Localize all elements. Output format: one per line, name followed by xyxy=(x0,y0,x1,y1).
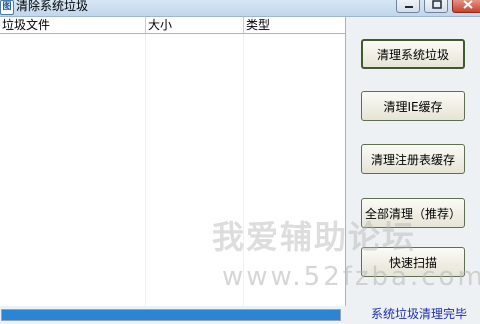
column-header-file[interactable]: 垃圾文件 xyxy=(0,17,146,33)
clean-system-junk-button[interactable]: 清理系统垃圾 xyxy=(361,39,465,69)
close-icon xyxy=(463,0,473,9)
clean-registry-cache-button[interactable]: 清理注册表缓存 xyxy=(361,144,465,174)
progress-bar xyxy=(1,309,341,321)
progress-fill xyxy=(2,310,340,320)
maximize-icon xyxy=(432,0,442,9)
column-header-size[interactable]: 大小 xyxy=(146,17,244,33)
close-button[interactable] xyxy=(452,0,480,13)
watermark-url: www.52fzba.com xyxy=(222,262,480,292)
minimize-button[interactable] xyxy=(396,0,420,13)
maximize-button[interactable] xyxy=(424,0,448,13)
status-text: 系统垃圾清理完毕 xyxy=(371,307,468,321)
list-header: 垃圾文件 大小 类型 xyxy=(0,17,345,34)
window-title: 清除系统垃圾 xyxy=(16,0,89,13)
column-header-type[interactable]: 类型 xyxy=(244,17,345,33)
clean-ie-cache-button[interactable]: 清理IE缓存 xyxy=(361,91,465,121)
title-bar: 图 清除系统垃圾 xyxy=(0,0,480,17)
column-divider xyxy=(145,34,146,306)
app-icon: 图 xyxy=(0,0,14,15)
minimize-icon xyxy=(405,6,413,8)
watermark-text: 我爱辅助论坛 xyxy=(212,218,417,256)
